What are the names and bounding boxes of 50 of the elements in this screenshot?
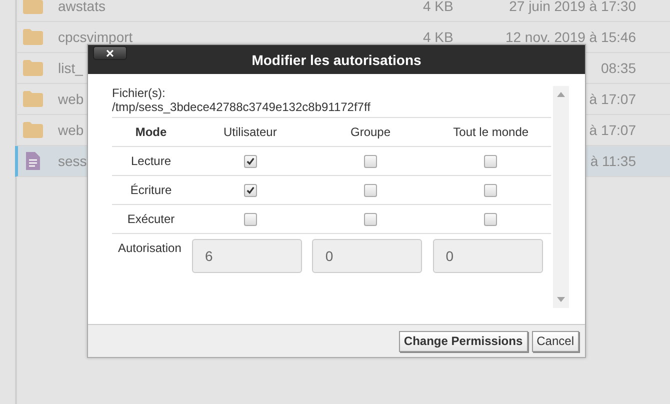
folder-icon: [23, 91, 43, 107]
files-label: Fichier(s):: [112, 86, 166, 100]
checkbox[interactable]: [244, 184, 257, 196]
file-row[interactable]: awstats 4 KB 27 juin 2019 à 17:30: [15, 0, 670, 22]
dialog-title: Modifier les autorisations: [252, 52, 422, 68]
permission-field[interactable]: 0: [312, 239, 422, 273]
scrollbar[interactable]: [553, 86, 569, 308]
change-permissions-button[interactable]: Change Permissions: [398, 330, 528, 352]
folder-icon: [23, 60, 43, 76]
file-name: web: [58, 122, 84, 138]
permission-field[interactable]: 0: [432, 239, 543, 273]
file-size: 4 KB: [423, 0, 454, 14]
modified-date: 12 nov. 2019 à 15:46: [505, 29, 636, 45]
checkbox[interactable]: [244, 154, 257, 168]
close-button[interactable]: ×: [93, 46, 127, 60]
scroll-down-icon[interactable]: [557, 297, 566, 302]
modified-date: à 17:07: [589, 91, 636, 107]
checkbox[interactable]: [364, 184, 378, 196]
column-header: Mode: [134, 125, 168, 139]
cancel-button[interactable]: Cancel: [532, 330, 579, 352]
permission-field[interactable]: 6: [192, 239, 302, 273]
file-path: /tmp/sess_3bdece42788c3749e132c8b91172f7ff: [112, 100, 552, 118]
file-size: 4 KB: [423, 29, 454, 45]
file-name: cpcsvimport: [58, 29, 133, 45]
modified-date: à 11:35: [590, 153, 636, 169]
scroll-up-icon[interactable]: [557, 92, 566, 97]
column-header: Utilisateur: [222, 125, 278, 139]
file-name: list_: [58, 60, 83, 76]
folder-icon: [23, 29, 43, 45]
file-name: awstats: [58, 0, 106, 14]
mode-label: Écriture: [129, 183, 173, 197]
file-name: sess: [58, 153, 87, 169]
modified-date: 08:35: [600, 60, 636, 76]
folder-icon: [23, 122, 43, 138]
mode-label: Lecture: [130, 154, 172, 168]
document-icon: [23, 152, 43, 170]
checkbox[interactable]: [484, 212, 498, 226]
modified-date: 27 juin 2019 à 17:30: [509, 0, 636, 14]
folder-icon: [23, 0, 43, 14]
checkbox[interactable]: [484, 154, 498, 168]
checkbox[interactable]: [484, 184, 498, 196]
checkbox[interactable]: [364, 154, 378, 168]
permission-label: Autorisation: [117, 240, 182, 257]
modified-date: à 17:07: [589, 122, 636, 138]
column-header: Tout le monde: [452, 125, 530, 139]
mode-label: Exécuter: [126, 212, 176, 226]
checkbox[interactable]: [244, 212, 257, 226]
file-name: web: [58, 91, 84, 107]
checkbox[interactable]: [364, 212, 378, 226]
column-header: Groupe: [350, 125, 392, 139]
